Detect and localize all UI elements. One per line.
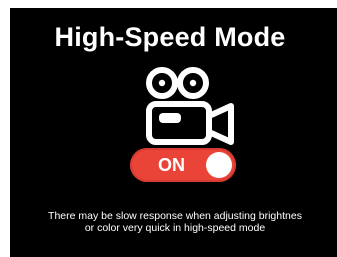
high-speed-mode-screen: High-Speed Mode ON There may be slow res… — [10, 8, 337, 257]
high-speed-toggle[interactable]: ON — [130, 148, 236, 182]
high-speed-notice: There may be slow response when adjustin… — [10, 210, 337, 234]
toggle-knob — [206, 152, 232, 178]
video-camera-icon — [146, 67, 234, 145]
page-title: High-Speed Mode — [54, 22, 286, 52]
notice-line-1: There may be slow response when adjustin… — [48, 210, 302, 222]
toggle-on-label: ON — [158, 155, 185, 175]
notice-line-2: or color very quick in high-speed mode — [84, 222, 266, 234]
